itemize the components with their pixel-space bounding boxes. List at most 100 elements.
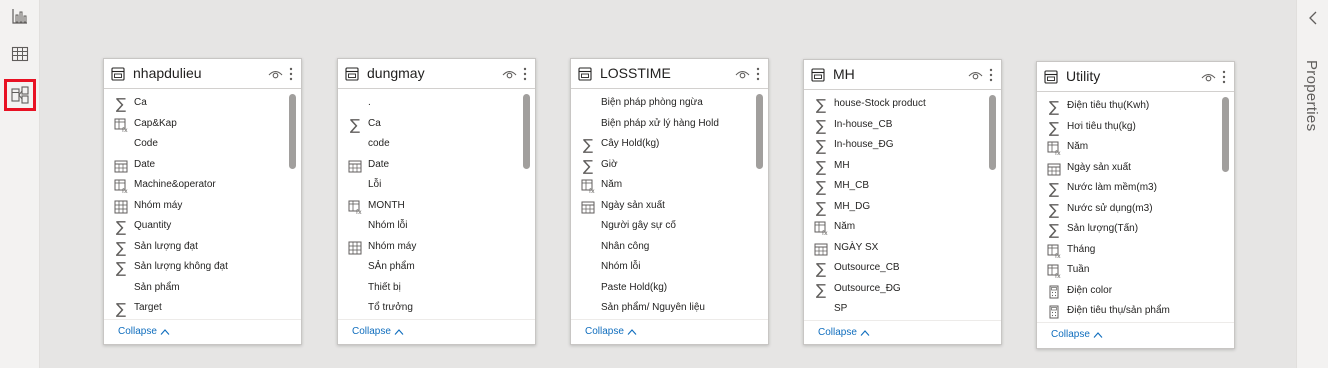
table-card-3[interactable]: MH ∑ house-Stock product ∑ In-house_CB ∑… [803,59,1002,345]
collapse-button[interactable]: Collapse [118,326,170,337]
eye-icon[interactable] [1201,70,1216,85]
field-row[interactable]: NGÀY SX [804,239,988,259]
field-row[interactable]: code [338,135,522,155]
field-row[interactable]: ∑ MH_CB [804,177,988,197]
field-row[interactable]: . [338,94,522,114]
field-row[interactable]: Date [104,156,288,176]
field-row[interactable]: fx MONTH [338,197,522,217]
table-card-2[interactable]: LOSSTIME Biện pháp phòng ngừa Biện pháp … [570,58,769,345]
field-row[interactable]: Nhóm lỗi [571,258,755,278]
field-row[interactable]: Người gây sự cố [571,217,755,237]
field-row[interactable]: Ngày sản xuất [571,197,755,217]
field-row[interactable]: ∑ In-house_ĐG [804,136,988,156]
field-row[interactable]: ∑ In-house_CB [804,116,988,136]
table-card-0[interactable]: nhapdulieu ∑ Ca fx Cap&Kap Code Date fx … [103,58,302,345]
scrollbar[interactable] [756,94,763,314]
more-options-icon[interactable] [1221,69,1227,85]
field-row[interactable]: Nhóm máy [338,238,522,258]
field-row[interactable]: Biện pháp phòng ngừa [571,94,755,114]
field-list[interactable]: . ∑ Ca code Date Lỗi fx MONTH Nhóm lỗi N… [338,94,535,317]
field-row[interactable]: SP [804,300,988,318]
field-row[interactable]: fx Tuần [1037,261,1221,281]
table-header[interactable]: MH [804,60,1001,90]
field-row[interactable]: ∑ Target [104,299,288,317]
more-options-icon[interactable] [522,66,528,82]
field-row[interactable]: fx Cap&Kap [104,115,288,135]
table-header[interactable]: LOSSTIME [571,59,768,89]
field-row[interactable]: fx Tháng [1037,241,1221,261]
scrollbar[interactable] [1222,97,1229,317]
field-row[interactable]: Sản phẩm/ Nguyên liệu [571,299,755,317]
field-row[interactable]: ∑ Outsource_CB [804,259,988,279]
field-row[interactable]: ∑ Nước làm mềm(m3) [1037,179,1221,199]
field-row[interactable]: ∑ Sản lượng đạt [104,238,288,258]
field-row[interactable]: Code [104,135,288,155]
field-row[interactable]: Date [338,156,522,176]
scrollbar[interactable] [523,94,530,314]
field-row[interactable]: fx Machine&operator [104,176,288,196]
field-list[interactable]: Biện pháp phòng ngừa Biện pháp xử lý hàn… [571,94,768,317]
more-options-icon[interactable] [288,66,294,82]
field-row[interactable]: Nhóm lỗi [338,217,522,237]
field-row[interactable]: ∑ Ca [338,115,522,135]
field-list[interactable]: ∑ Ca fx Cap&Kap Code Date fx Machine&ope… [104,94,301,317]
more-options-icon[interactable] [755,66,761,82]
field-row[interactable]: ∑ house-Stock product [804,95,988,115]
report-view-button[interactable] [4,0,36,32]
field-row[interactable]: Ngày sản xuất [1037,159,1221,179]
field-row[interactable]: ∑ Sản lượng(Tấn) [1037,220,1221,240]
scrollbar[interactable] [989,95,996,315]
collapse-button[interactable]: Collapse [818,327,870,338]
scrollbar[interactable] [289,94,296,314]
model-view-button[interactable] [4,79,36,111]
field-row[interactable]: Sản phẩm [104,279,288,299]
scrollbar-thumb[interactable] [1222,97,1229,172]
field-row[interactable]: ∑ Giờ [571,156,755,176]
field-row[interactable]: Paste Hold(kg) [571,279,755,299]
scrollbar-thumb[interactable] [289,94,296,169]
field-row[interactable]: ∑ Quantity [104,217,288,237]
collapse-button[interactable]: Collapse [585,326,637,337]
field-row[interactable]: ∑ Điện tiêu thụ(Kwh) [1037,97,1221,117]
data-view-button[interactable] [4,38,36,70]
collapse-button[interactable]: Collapse [352,326,404,337]
field-list[interactable]: ∑ house-Stock product ∑ In-house_CB ∑ In… [804,95,1001,318]
table-header[interactable]: nhapdulieu [104,59,301,89]
field-row[interactable]: ∑ Ca [104,94,288,114]
field-row[interactable]: Lỗi [338,176,522,196]
table-card-4[interactable]: Utility ∑ Điện tiêu thụ(Kwh) ∑ Hơi tiêu … [1036,61,1235,349]
field-row[interactable]: Điện color [1037,282,1221,302]
field-row[interactable]: ∑ Hơi tiêu thụ(kg) [1037,118,1221,138]
collapse-button[interactable]: Collapse [1051,329,1103,340]
field-row[interactable]: fx Năm [571,176,755,196]
field-row[interactable]: fx Năm [1037,138,1221,158]
field-row[interactable]: SẢn phẩm [338,258,522,278]
field-row[interactable]: Biện pháp xử lý hàng Hold [571,115,755,135]
expand-properties-button[interactable] [1306,8,1320,28]
field-row[interactable]: ∑ MH [804,157,988,177]
scrollbar-thumb[interactable] [756,94,763,169]
field-row[interactable]: Thiết bị [338,279,522,299]
field-row[interactable]: Nhân công [571,238,755,258]
eye-icon[interactable] [735,67,750,82]
scrollbar-thumb[interactable] [523,94,530,169]
eye-icon[interactable] [268,67,283,82]
table-header[interactable]: Utility [1037,62,1234,92]
field-row[interactable]: ∑ Cây Hold(kg) [571,135,755,155]
eye-icon[interactable] [502,67,517,82]
scrollbar-thumb[interactable] [989,95,996,170]
eye-icon[interactable] [968,68,983,83]
field-row[interactable]: ∑ Sản lượng không đạt [104,258,288,278]
field-list[interactable]: ∑ Điện tiêu thụ(Kwh) ∑ Hơi tiêu thụ(kg) … [1037,97,1234,320]
field-row[interactable]: ∑ Nước sử dụng(m3) [1037,200,1221,220]
more-options-icon[interactable] [988,67,994,83]
field-row[interactable]: ∑ MH_DG [804,198,988,218]
field-row[interactable]: Tổ trưởng [338,299,522,317]
field-row[interactable]: Điện tiêu thụ/sản phẩm [1037,302,1221,320]
sigma-icon: ∑ [582,136,594,154]
field-row[interactable]: Nhóm máy [104,197,288,217]
table-header[interactable]: dungmay [338,59,535,89]
table-card-1[interactable]: dungmay . ∑ Ca code Date Lỗi fx MONTH Nh… [337,58,536,345]
field-row[interactable]: ∑ Outsource_ĐG [804,280,988,300]
field-row[interactable]: fx Năm [804,218,988,238]
